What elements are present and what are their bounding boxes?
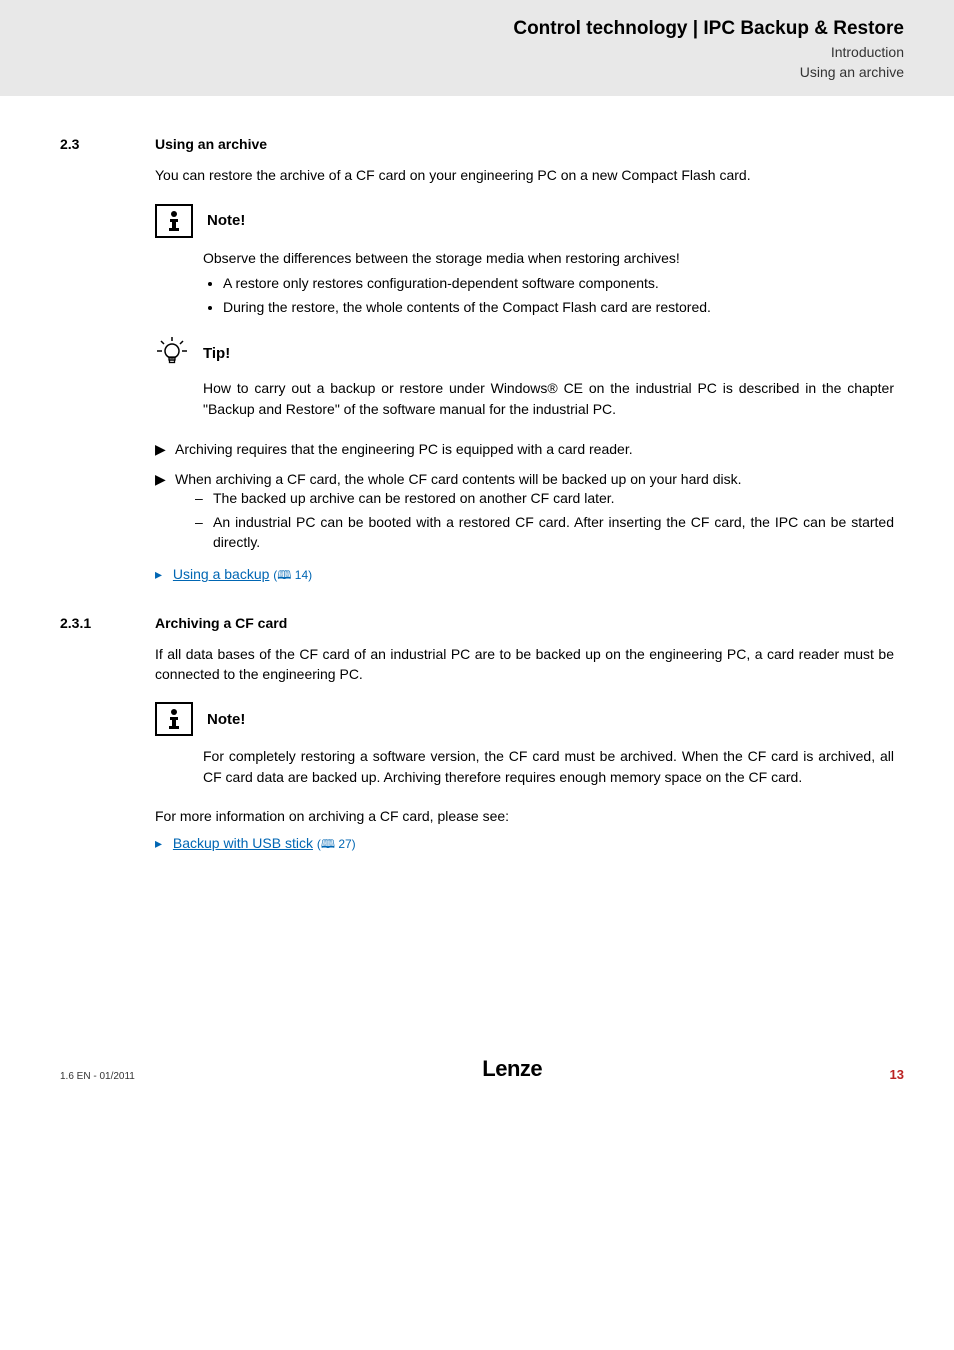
triangle-item-2: ▶ When archiving a CF card, the whole CF…	[155, 469, 894, 556]
section-number: 2.3	[60, 136, 155, 152]
note-header: Note!	[155, 204, 894, 238]
section-title: Using an archive	[155, 136, 267, 152]
footer-logo: Lenze	[482, 1056, 542, 1082]
note-bullet-1: A restore only restores configuration-de…	[223, 274, 894, 294]
page-content: 2.3 Using an archive You can restore the…	[0, 96, 954, 855]
tip-header: Tip!	[155, 337, 894, 370]
info-icon	[155, 702, 193, 736]
triangle-text-2: When archiving a CF card, the whole CF c…	[175, 469, 894, 556]
link-backup-usb[interactable]: Backup with USB stick	[173, 835, 313, 851]
note-lead: Observe the differences between the stor…	[203, 248, 894, 268]
page-ref-1: (🕮 14)	[273, 568, 312, 582]
header-title: Control technology | IPC Backup & Restor…	[50, 18, 904, 40]
section-2-3-1-intro: If all data bases of the CF card of an i…	[155, 645, 894, 684]
footer-version: 1.6 EN - 01/2011	[60, 1071, 135, 1082]
section-title: Archiving a CF card	[155, 615, 287, 631]
dash-marker: –	[195, 513, 213, 552]
triangle-marker-icon: ▶	[155, 439, 175, 459]
note-block-1: Note! Observe the differences between th…	[155, 204, 894, 317]
footer-page-number: 13	[890, 1067, 904, 1082]
section-2-3-heading: 2.3 Using an archive	[60, 136, 894, 152]
header-sub2: Using an archive	[50, 63, 904, 83]
link-arrow-icon: ▸	[155, 835, 169, 852]
page-ref-2: (🕮 27)	[317, 837, 356, 851]
section-2-3-1-heading: 2.3.1 Archiving a CF card	[60, 615, 894, 631]
link-arrow-icon: ▸	[155, 566, 169, 583]
dash-text-2: An industrial PC can be booted with a re…	[213, 513, 894, 552]
page-footer: 1.6 EN - 01/2011 Lenze 13	[0, 1056, 954, 1106]
dash-text-1: The backed up archive can be restored on…	[213, 489, 894, 509]
tip-label: Tip!	[203, 345, 230, 362]
note-body-2: For completely restoring a software vers…	[203, 746, 894, 787]
dash-item-2: – An industrial PC can be booted with a …	[195, 513, 894, 552]
more-info-lead: For more information on archiving a CF c…	[155, 807, 894, 827]
triangle-list: ▶ Archiving requires that the engineerin…	[155, 439, 894, 556]
note-label-2: Note!	[207, 711, 245, 728]
note-label: Note!	[207, 212, 245, 229]
note-bullets: A restore only restores configuration-de…	[203, 274, 894, 317]
note-block-2: Note! For completely restoring a softwar…	[155, 702, 894, 787]
link-row-2: ▸ Backup with USB stick (🕮 27)	[155, 835, 894, 856]
page-header: Control technology | IPC Backup & Restor…	[0, 0, 954, 96]
triangle-item-1: ▶ Archiving requires that the engineerin…	[155, 439, 894, 459]
tip-block: Tip! How to carry out a backup or restor…	[155, 337, 894, 419]
dash-item-1: – The backed up archive can be restored …	[195, 489, 894, 509]
triangle-text-1: Archiving requires that the engineering …	[175, 439, 894, 459]
triangle-text-2-main: When archiving a CF card, the whole CF c…	[175, 469, 894, 489]
dash-marker: –	[195, 489, 213, 509]
header-sub1: Introduction	[50, 43, 904, 63]
section-number: 2.3.1	[60, 615, 155, 631]
tip-body: How to carry out a backup or restore und…	[203, 378, 894, 419]
info-icon	[155, 204, 193, 238]
note-bullet-2: During the restore, the whole contents o…	[223, 298, 894, 318]
link-row-1: ▸ Using a backup (🕮 14)	[155, 566, 894, 587]
dash-list: – The backed up archive can be restored …	[195, 489, 894, 552]
lightbulb-icon	[155, 337, 189, 370]
section-2-3-intro: You can restore the archive of a CF card…	[155, 166, 894, 186]
triangle-marker-icon: ▶	[155, 469, 175, 556]
note-body: Observe the differences between the stor…	[203, 248, 894, 317]
note-header-2: Note!	[155, 702, 894, 736]
link-using-backup[interactable]: Using a backup	[173, 566, 270, 582]
